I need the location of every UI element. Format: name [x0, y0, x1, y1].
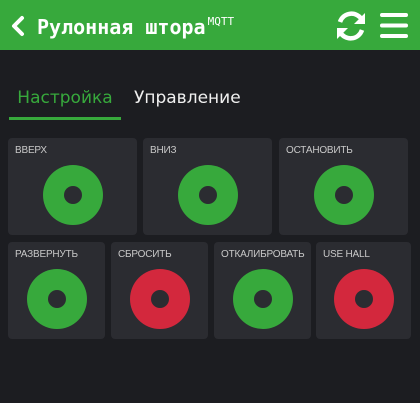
control-label: ОТКАЛИБРОВАТЬ [221, 249, 305, 260]
refresh-icon[interactable] [334, 9, 368, 43]
control-card-reverse[interactable]: РАЗВЕРНУТЬ [8, 242, 105, 339]
control-card-use-hall[interactable]: USE HALL [316, 242, 411, 339]
control-label: СБРОСИТЬ [118, 249, 172, 260]
control-card-stop[interactable]: ОСТАНОВИТЬ [279, 138, 408, 235]
control-label: ВНИЗ [150, 145, 177, 156]
tab-settings[interactable]: Настройка [9, 86, 121, 120]
page-title: Рулонная штора MQTT [37, 14, 234, 44]
toggle-calibrate[interactable] [233, 269, 293, 329]
tab-control[interactable]: Управление [134, 86, 241, 120]
title-badge: MQTT [207, 15, 235, 28]
control-card-up[interactable]: ВВЕРХ [8, 138, 137, 235]
control-label: USE HALL [323, 249, 370, 260]
app-header: Рулонная штора MQTT [0, 0, 420, 50]
toggle-down[interactable] [178, 165, 238, 225]
control-label: ВВЕРХ [15, 145, 47, 156]
page-title-text: Рулонная штора [37, 15, 206, 39]
toggle-use-hall[interactable] [334, 269, 394, 329]
toggle-reset[interactable] [130, 269, 190, 329]
toggle-reverse[interactable] [27, 269, 87, 329]
control-label: ОСТАНОВИТЬ [286, 145, 353, 156]
toggle-stop[interactable] [314, 165, 374, 225]
hamburger-menu-icon[interactable] [379, 12, 409, 39]
control-card-down[interactable]: ВНИЗ [143, 138, 272, 235]
control-card-reset[interactable]: СБРОСИТЬ [111, 242, 208, 339]
control-card-calibrate[interactable]: ОТКАЛИБРОВАТЬ [214, 242, 311, 339]
chevron-left-icon[interactable] [10, 15, 26, 37]
toggle-up[interactable] [43, 165, 103, 225]
control-label: РАЗВЕРНУТЬ [15, 249, 78, 260]
